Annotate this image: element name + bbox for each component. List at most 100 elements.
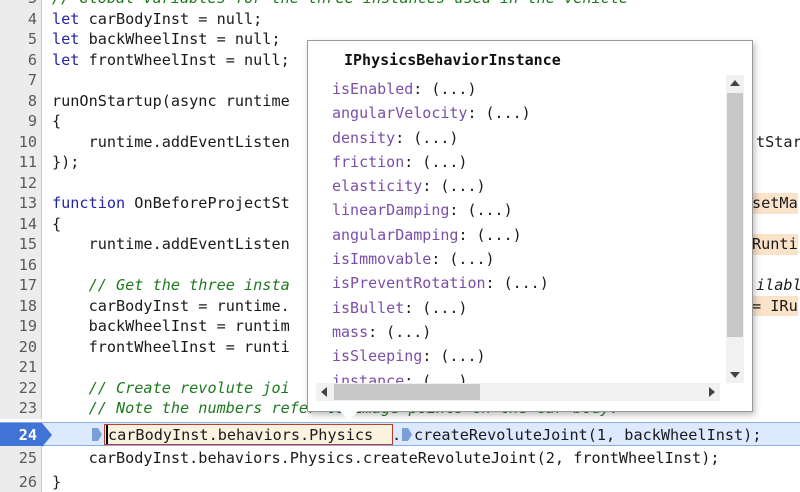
line-number: 10 xyxy=(0,131,42,152)
inline-marker-icon xyxy=(402,428,412,441)
suggestion-value: : (...) xyxy=(422,347,486,366)
line-number: 13 xyxy=(0,193,42,214)
code-text: backWheelInst = runtim xyxy=(52,317,290,335)
horizontal-scrollbar[interactable] xyxy=(316,383,720,401)
suggestion-value: : (...) xyxy=(413,80,477,98)
line-number: 23 xyxy=(0,398,42,419)
code-line[interactable]: 24 carBodyInst.behaviors.Physics. createRe… xyxy=(0,422,800,447)
line-number: 15 xyxy=(0,234,42,255)
suggestion-item[interactable]: isSleeping: (...) xyxy=(332,344,717,368)
line-number: 14 xyxy=(0,213,42,234)
suggestion-name: mass xyxy=(332,322,369,341)
line-number: 25 xyxy=(0,446,42,470)
line-number: 21 xyxy=(0,357,42,378)
suggestion-name: isBullet xyxy=(332,298,405,317)
code-keyword: let xyxy=(52,30,80,48)
suggestion-name: isEnabled xyxy=(332,80,414,98)
line-number: 7 xyxy=(0,70,42,91)
line-number: 19 xyxy=(0,316,42,337)
suggestion-item[interactable]: isPreventRotation: (...) xyxy=(332,271,717,295)
code-keyword: function xyxy=(52,194,126,212)
suggestion-item[interactable]: elasticity: (...) xyxy=(332,174,717,198)
line-number: 12 xyxy=(0,172,42,193)
line-number: 22 xyxy=(0,377,42,398)
code-comment: // Global variables for the three instan… xyxy=(52,0,628,9)
suggestion-item[interactable]: isImmovable: (...) xyxy=(332,247,717,271)
code-text: runOnStartup(async runtime xyxy=(52,91,290,110)
code-text: frontWheelInst = runti xyxy=(52,337,290,356)
suggestion-item[interactable]: linearDamping: (...) xyxy=(332,198,717,222)
suggestion-item[interactable]: density: (...) xyxy=(332,126,717,150)
code-text: } xyxy=(52,473,62,491)
highlighted-expression: carBodyInst.behaviors.Physics xyxy=(108,426,374,444)
suggestion-name: angularVelocity xyxy=(332,104,468,123)
scroll-left-arrow-icon[interactable] xyxy=(321,387,327,397)
code-line[interactable]: 4 let carBodyInst = null; xyxy=(0,8,800,29)
active-line-arrow-icon xyxy=(42,423,52,447)
line-number: 9 xyxy=(0,111,42,132)
line-number: 3 xyxy=(0,0,42,9)
line-number: 5 xyxy=(0,29,42,50)
suggestion-value: : (...) xyxy=(431,250,495,269)
suggestion-name: isPreventRotation xyxy=(332,274,486,293)
code-fragment: setMa xyxy=(752,193,798,214)
suggestion-name: linearDamping xyxy=(332,201,450,220)
code-text: backWheelInst = null; xyxy=(79,30,281,48)
code-keyword: let xyxy=(52,9,80,28)
suggestion-name: angularDamping xyxy=(332,225,459,244)
suggestion-value: : (...) xyxy=(449,201,513,220)
scroll-up-arrow-icon[interactable] xyxy=(730,80,740,86)
horizontal-scroll-thumb[interactable] xyxy=(334,384,480,400)
suggestion-name: density xyxy=(332,128,396,147)
suggestion-name: elasticity xyxy=(332,177,423,196)
line-number: 11 xyxy=(0,152,42,173)
vertical-scroll-thumb[interactable] xyxy=(727,93,743,337)
code-text: runtime.addEventListen xyxy=(52,132,290,151)
code-fragment: Runti xyxy=(752,234,798,255)
line-number: 24 xyxy=(0,423,42,447)
suggestion-value: : (...) xyxy=(467,104,531,123)
suggestion-list[interactable]: isEnabled: (...) angularVelocity: (...) … xyxy=(332,77,717,385)
line-number: 8 xyxy=(0,90,42,111)
code-comment: // Get the three insta xyxy=(52,276,290,294)
suggestion-item[interactable]: friction: (...) xyxy=(332,150,717,174)
code-line[interactable]: 25 carBodyInst.behaviors.Physics.createR… xyxy=(0,446,800,470)
scroll-down-arrow-icon[interactable] xyxy=(730,372,740,378)
code-line[interactable]: 26} xyxy=(0,470,800,492)
suggestion-item[interactable]: angularDamping: (...) xyxy=(332,223,717,247)
suggestion-value: : (...) xyxy=(485,274,549,293)
code-line[interactable]: 3 // Global variables for the three inst… xyxy=(0,0,800,9)
suggestion-item[interactable]: isBullet: (...) xyxy=(332,296,717,320)
line-number: 16 xyxy=(0,254,42,275)
code-fragment: tStar xyxy=(756,132,800,151)
popup-pointer xyxy=(340,411,358,421)
code-text: . xyxy=(392,426,402,444)
line-number: 6 xyxy=(0,49,42,70)
code-fragment: ilabl xyxy=(756,276,800,294)
suggestion-name: isImmovable xyxy=(332,250,432,269)
line-number: 26 xyxy=(0,470,42,492)
line-number: 4 xyxy=(0,8,42,29)
scroll-right-arrow-icon[interactable] xyxy=(709,387,715,397)
suggestion-value: : (...) xyxy=(395,128,459,147)
code-text: createRevoluteJoint(1, backWheelInst); xyxy=(414,426,762,444)
suggestion-value: : (...) xyxy=(404,152,468,171)
suggestion-name: friction xyxy=(332,152,405,171)
code-fragment: = IRu xyxy=(752,295,798,316)
line-number: 18 xyxy=(0,295,42,316)
code-text: carBodyInst = runtime. xyxy=(52,296,290,315)
code-keyword: let xyxy=(52,50,80,69)
vertical-scrollbar[interactable] xyxy=(726,75,744,383)
suggestion-item[interactable]: mass: (...) xyxy=(332,320,717,344)
inline-marker-icon xyxy=(92,428,102,441)
autocomplete-popup[interactable]: IPhysicsBehaviorInstance isEnabled: (...… xyxy=(307,40,753,421)
code-text: { xyxy=(52,214,62,233)
code-text: frontWheelInst = null; xyxy=(79,50,290,69)
code-text: OnBeforeProjectSt xyxy=(125,194,290,212)
popup-title: IPhysicsBehaviorInstance xyxy=(344,51,561,69)
suggestion-item[interactable]: angularVelocity: (...) xyxy=(332,101,717,125)
code-text: carBodyInst.behaviors.Physics.createRevo… xyxy=(52,449,720,467)
suggestion-item[interactable]: isEnabled: (...) xyxy=(332,77,717,101)
suggestion-value: : (...) xyxy=(368,322,432,341)
suggestion-value: : (...) xyxy=(422,177,486,196)
